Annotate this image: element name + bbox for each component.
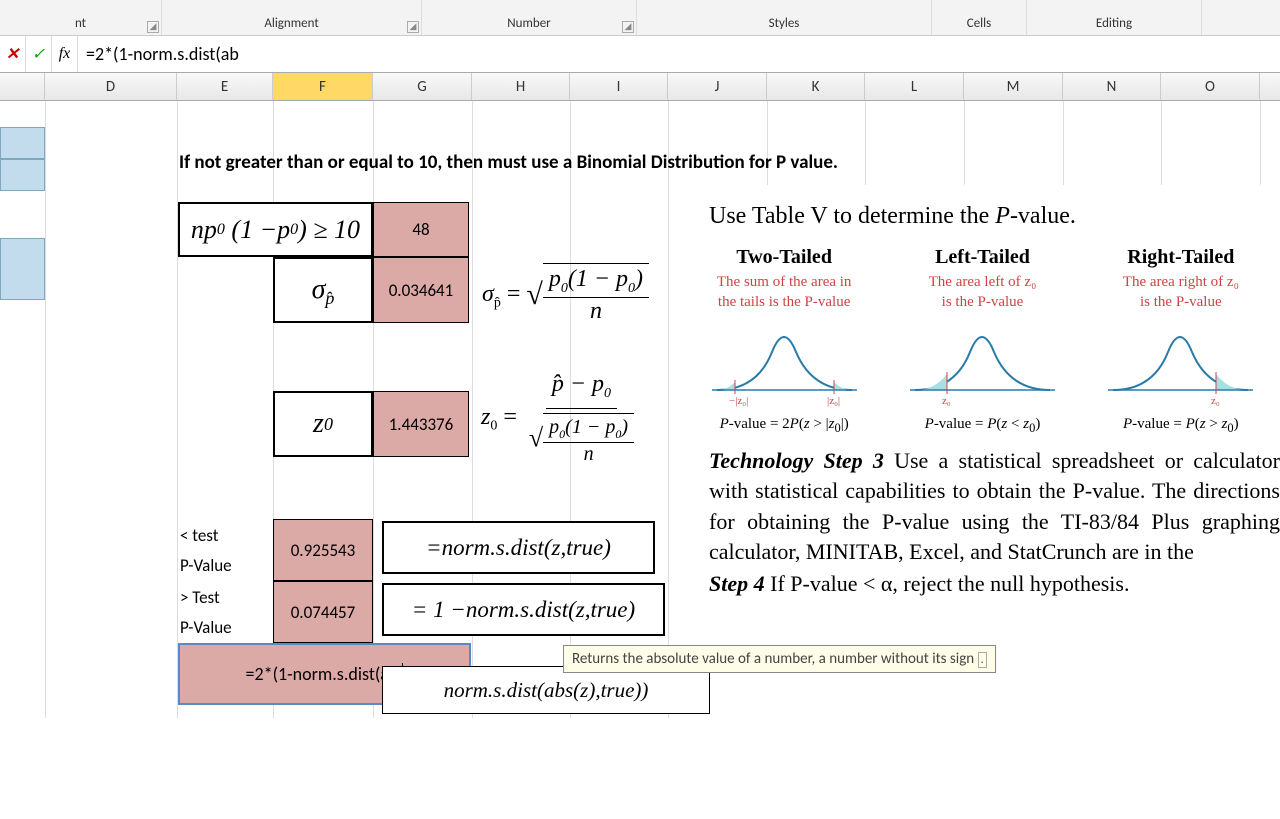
book-col-left-tailed: Left-Tailed The area left of z₀is the P-… <box>887 246 1077 436</box>
ribbon-group-styles: Styles <box>637 0 932 35</box>
dialog-launcher-icon[interactable]: ◢ <box>622 21 634 33</box>
sigma-label-box: σp̂ <box>273 257 373 323</box>
z0-equation: z0 = p̂ − p0 √p0(1 − p0)n <box>481 371 640 466</box>
cell[interactable] <box>0 238 45 300</box>
gt-pvalue-label: P-Value <box>180 617 232 638</box>
col-header-m[interactable]: M <box>964 73 1063 100</box>
book-pv-3: P-value = P(z > z0) <box>1086 416 1276 436</box>
np-value-cell[interactable]: 48 <box>373 202 469 257</box>
formula-bar: ✕ ✓ fx =2*(1-norm.s.dist(ab <box>0 36 1280 73</box>
sigma-value-cell[interactable]: 0.034641 <box>373 257 469 323</box>
formula-input[interactable]: =2*(1-norm.s.dist(ab <box>78 36 1280 72</box>
z0-label-box: z0 <box>273 391 373 457</box>
textbook-overlay: Use Table V to determine the P-value. Tw… <box>685 185 1280 819</box>
ribbon: nt◢ Alignment◢ Number◢ Styles Cells Edit… <box>0 0 1280 36</box>
abs-tooltip: Returns the absolute value of a number, … <box>563 645 996 673</box>
bell-curve-left-tailed: z₀ <box>905 312 1060 407</box>
svg-text:z₀: z₀ <box>1211 395 1220 407</box>
book-body: Technology Step 3 Use a statistical spre… <box>685 436 1280 567</box>
gt-formula-box: = 1 − norm.s.dist(z, true) <box>382 583 665 636</box>
ribbon-group-font: nt◢ <box>0 0 162 35</box>
lt-value-cell[interactable]: 0.925543 <box>273 519 373 581</box>
z0-value-cell[interactable]: 1.443376 <box>373 391 469 457</box>
col-header-k[interactable]: K <box>767 73 865 100</box>
lt-pvalue-label: P-Value <box>180 555 232 576</box>
col-header-pre[interactable] <box>0 73 45 100</box>
gt-value-cell[interactable]: 0.074457 <box>273 581 373 643</box>
book-col-two-tailed: Two-Tailed The sum of the area inthe tai… <box>689 246 879 436</box>
np-condition-box: np0 (1 − p0) ≥ 10 <box>178 202 373 257</box>
cell[interactable] <box>0 159 45 191</box>
ribbon-group-alignment: Alignment◢ <box>162 0 422 35</box>
bell-curve-two-tailed: −|z₀| |z₀| <box>707 312 862 407</box>
col-header-o[interactable]: O <box>1161 73 1260 100</box>
svg-text:−|z₀|: −|z₀| <box>729 395 748 407</box>
book-pv-2: P-value = P(z < z0) <box>887 416 1077 436</box>
col-header-i[interactable]: I <box>570 73 668 100</box>
book-step4: Step 4 If P-value < α, reject the null h… <box>685 567 1280 597</box>
col-header-j[interactable]: J <box>668 73 767 100</box>
col-header-f[interactable]: F <box>273 73 373 100</box>
formula-cancel-button[interactable]: ✕ <box>0 36 26 72</box>
col-header-g[interactable]: G <box>373 73 472 100</box>
col-header-n[interactable]: N <box>1063 73 1161 100</box>
col-header-l[interactable]: L <box>865 73 964 100</box>
svg-text:|z₀|: |z₀| <box>827 395 840 407</box>
dialog-launcher-icon[interactable]: ◢ <box>147 21 159 33</box>
ribbon-group-cells: Cells <box>932 0 1027 35</box>
sigma-equation: σp̂ = √p0(1 − p0)n <box>482 263 649 325</box>
worksheet-grid[interactable]: If not greater than or equal to 10, then… <box>0 101 1280 718</box>
dialog-launcher-icon[interactable]: ◢ <box>407 21 419 33</box>
fx-icon[interactable]: fx <box>52 36 78 72</box>
book-title: Use Table V to determine the P-value. <box>709 203 1280 230</box>
book-pv-1: P-value = 2P(z > |z0|) <box>689 416 879 436</box>
ribbon-group-number: Number◢ <box>422 0 637 35</box>
bell-curve-right-tailed: z₀ <box>1103 312 1258 407</box>
book-columns: Two-Tailed The sum of the area inthe tai… <box>685 246 1280 436</box>
book-col-right-tailed: Right-Tailed The area right of z₀is the … <box>1086 246 1276 436</box>
lt-test-label: < test <box>180 525 218 546</box>
col-header-h[interactable]: H <box>472 73 570 100</box>
instruction-text: If not greater than or equal to 10, then… <box>179 151 838 174</box>
lt-formula-box: = norm.s.dist(z, true) <box>382 521 655 574</box>
gt-test-label: > Test <box>180 587 220 608</box>
svg-text:z₀: z₀ <box>942 395 951 407</box>
two-tail-formula-box: norm.s.dist(abs(z), true)) <box>382 666 710 714</box>
formula-enter-button[interactable]: ✓ <box>26 36 52 72</box>
col-header-e[interactable]: E <box>177 73 273 100</box>
col-header-d[interactable]: D <box>45 73 177 100</box>
cell[interactable] <box>0 127 45 159</box>
ribbon-group-editing: Editing <box>1027 0 1202 35</box>
column-headers: D E F G H I J K L M N O <box>0 73 1280 101</box>
